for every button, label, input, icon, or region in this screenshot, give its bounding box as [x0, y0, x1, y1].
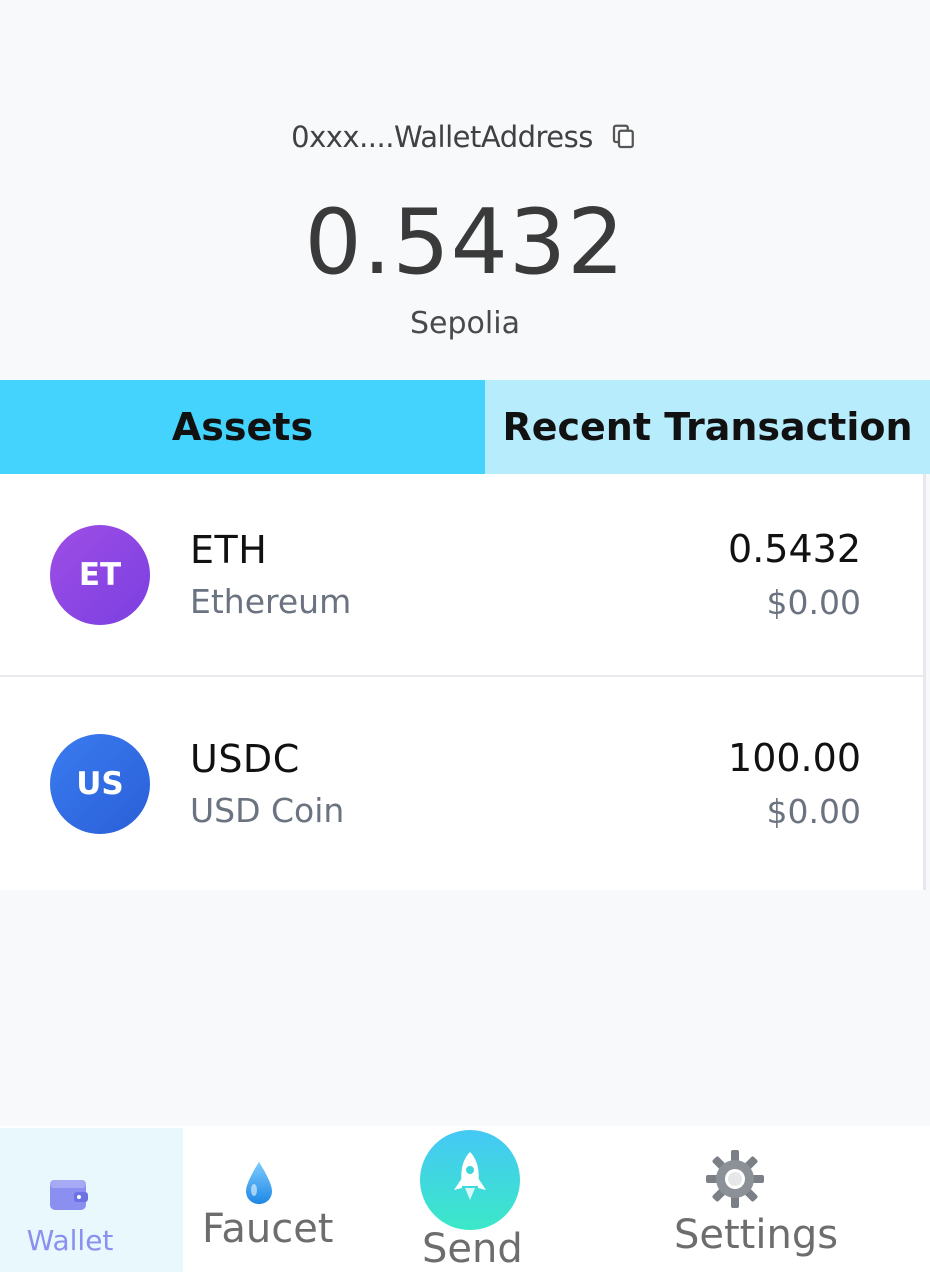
asset-row-eth[interactable]: ET ETH Ethereum 0.5432 $0.00: [0, 474, 923, 675]
asset-list: ET ETH Ethereum 0.5432 $0.00 US USDC USD…: [0, 474, 926, 890]
eth-symbol: ETH: [190, 528, 268, 572]
usdc-names: USDC USD Coin: [190, 737, 344, 830]
wallet-screen: 0xxx....WalletAddress 0.5432 Sepolia Ass…: [0, 0, 930, 1280]
usdc-symbol: USDC: [190, 737, 300, 781]
nav-send-label: Send: [422, 1226, 523, 1272]
rocket-icon: [454, 1152, 486, 1200]
asset-row-usdc[interactable]: US USDC USD Coin 100.00 $0.00: [0, 675, 923, 890]
usdc-balance: 100.00: [728, 736, 861, 780]
eth-balance: 0.5432: [728, 527, 861, 571]
tab-assets[interactable]: Assets: [0, 380, 485, 474]
total-balance: 0.5432: [304, 190, 626, 295]
tab-recent-transaction[interactable]: Recent Transaction: [485, 380, 930, 474]
gear-icon: [706, 1150, 764, 1208]
wallet-address: 0xxx....WalletAddress: [291, 120, 593, 154]
eth-name: Ethereum: [190, 582, 352, 621]
usdc-usd-value: $0.00: [766, 792, 861, 831]
tab-recent-transaction-label: Recent Transaction: [502, 405, 913, 449]
nav-faucet-label: Faucet: [202, 1206, 334, 1252]
nav-settings-label: Settings: [674, 1212, 839, 1258]
wallet-address-row: 0xxx....WalletAddress: [0, 120, 930, 154]
send-button[interactable]: [420, 1130, 520, 1230]
water-drop-icon: [246, 1162, 272, 1204]
wallet-icon: [50, 1180, 88, 1210]
network-name: Sepolia: [410, 306, 520, 341]
usdc-avatar: US: [50, 733, 150, 834]
eth-amounts: 0.5432 $0.00: [728, 527, 861, 622]
bottom-nav: Wallet Faucet Send Settings: [0, 1126, 930, 1280]
eth-usd-value: $0.00: [766, 583, 861, 622]
nav-wallet[interactable]: Wallet: [0, 1128, 183, 1272]
eth-avatar-text: ET: [78, 556, 122, 593]
nav-wallet-label: Wallet: [26, 1224, 114, 1257]
eth-avatar: ET: [50, 524, 150, 625]
usdc-amounts: 100.00 $0.00: [728, 736, 861, 831]
tab-assets-label: Assets: [171, 405, 314, 449]
copy-icon[interactable]: [609, 122, 639, 152]
usdc-avatar-text: US: [76, 765, 124, 802]
eth-names: ETH Ethereum: [190, 528, 351, 621]
usdc-name: USD Coin: [190, 791, 345, 830]
tab-bar: Assets Recent Transaction: [0, 380, 930, 474]
